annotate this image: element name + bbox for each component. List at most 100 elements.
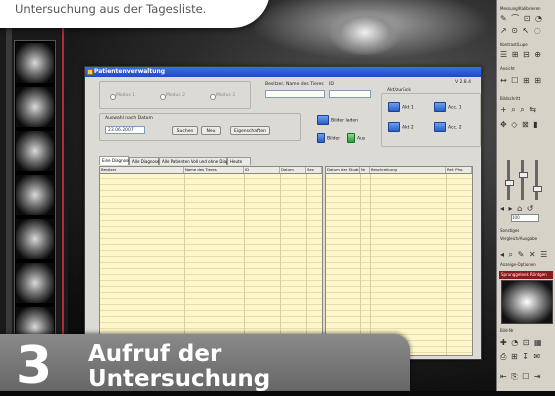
acc-2-button[interactable]: Acc. 2 [434,122,462,132]
output-tools-2[interactable]: ⎙ ⊞ ↧ ✉ [500,352,552,361]
akt-2-button[interactable]: Akt 2 [388,122,414,132]
search-button[interactable]: Suchen [172,126,198,135]
callout-text: Untersuchung aus der Tagesliste. [15,2,207,16]
new-button[interactable]: Neu [201,126,221,135]
column-header[interactable]: Name des Tieres [184,167,244,173]
table-rows [326,173,472,355]
version-label: V 2.8.4 [455,80,471,85]
thumbnail[interactable] [16,43,54,83]
thumbnail-caption: Sprunggelenk Röntgen [499,271,553,279]
thumbnail[interactable] [16,263,54,303]
section-label: Messung/Kalibrieren [500,6,541,11]
measure-tools-2[interactable]: ↗ ⊙ ↖ ◌ [500,26,552,35]
selection-divider [62,28,64,368]
section-label: Bild-Nr [500,328,514,333]
tab-alle-diagnose[interactable]: Alle Diagnose [129,157,159,165]
akt-group: Akt/zurück Akt 1 Akt 2 Acc. 1 Acc. 2 [381,88,481,147]
thumbnail[interactable] [16,131,54,171]
aus-icon [347,133,355,143]
column-header[interactable]: Besitzer [100,167,184,173]
acc-1-label: Acc. 1 [448,105,462,111]
tab-heute[interactable]: Heute [227,157,251,165]
output-tools[interactable]: ✚ ◔ ⊡ ▦ [500,338,552,347]
output-tools-3[interactable]: ⇤ ⎘ ☐ ⇥ [500,372,552,381]
akt-1-button[interactable]: Akt 1 [388,102,414,112]
brightness-slider[interactable] [505,160,514,200]
akt-1-label: Akt 1 [402,105,414,111]
column-header[interactable]: Datum der Studie [326,167,360,173]
radio-label: Modus 3 [216,93,235,98]
section-label: Kontrast/Lupe [500,42,528,47]
thumbnail-strip [14,40,56,372]
step-tools-2[interactable]: ✥ ◇ ⊠ ▮ [500,120,552,129]
mode-group: Modus 1 Modus 2 Modus 3 [99,81,251,109]
preview-thumbnail[interactable] [501,280,553,324]
step-title-line-2: Untersuchung [88,366,271,392]
thumbnail[interactable] [16,219,54,259]
gamma-slider[interactable] [533,160,542,200]
table-header: Datum der Studie Nr Beschreibung Ref. Ph… [326,167,472,174]
column-header[interactable]: ID [244,167,280,173]
load-images-label: Bilder laden [331,118,358,124]
step-title-line-1: Aufruf der [88,341,222,367]
load-images-button[interactable]: Bilder laden [317,115,358,125]
section-label: Sonstiges [500,228,520,233]
measure-tools[interactable]: ✎ ⌒ ⊡ ◔ [500,14,552,23]
search-label: Besitzer, Name des Tieres [265,82,324,87]
akt-group-label: Akt/zurück [386,88,412,93]
study-table[interactable]: Datum der Studie Nr Beschreibung Ref. Ph… [325,166,473,356]
search-id-label: ID [329,82,334,87]
section-label: Anzeige-Optionen [500,262,536,267]
tab-eine-diagnose[interactable]: Eine Diagnose [99,156,131,165]
callout-bubble: Untersuchung aus der Tagesliste. [0,0,270,28]
thumbnail[interactable] [16,87,54,127]
column-header[interactable]: Beschreibung [370,167,446,173]
table-header: Besitzer Name des Tieres ID Datum Sex [100,167,322,174]
column-header[interactable]: Ref. Pho. [446,167,472,173]
radio-label: Modus 1 [116,93,135,98]
column-header[interactable]: Nr [360,167,370,173]
images-small-icon [317,133,325,143]
contrast-tools[interactable]: ☰ ⊞ ⊟ ⊕ [500,50,552,59]
akt-1-icon [388,102,400,112]
step-title: Aufruf der Untersuchung [88,342,270,392]
patient-table[interactable]: Besitzer Name des Tieres ID Datum Sex [99,166,323,356]
contrast-slider[interactable] [519,160,528,200]
app-icon [87,69,93,75]
column-divider [244,173,245,355]
left-scrollbar[interactable] [6,28,12,358]
column-divider [370,173,371,355]
column-divider [184,173,185,355]
owner-name-field[interactable] [265,90,325,98]
date-picker[interactable]: 23.06.2007 [105,126,145,134]
date-filter-label: Auswahl nach Datum [105,116,153,121]
properties-button[interactable]: Eigenschaften [230,126,270,135]
images-button[interactable]: Bilder [317,133,340,143]
acc-2-label: Acc. 2 [448,125,462,131]
section-label: Bildschritt [500,96,521,101]
tab-alle-patienten[interactable]: Alle Patienten Voll und ohne Diagnose [159,157,238,165]
section-label: Ansicht [500,66,515,71]
step-banner: 3 Aufruf der Untersuchung [0,334,410,392]
xray-image-highlight [330,10,400,55]
compare-tools[interactable]: ◂ ⌕ ✎ ✕ ☰ [500,250,552,259]
images-icon [317,115,329,125]
section-label: Vergleich/Ausgabe [500,236,538,241]
column-header[interactable]: Datum [280,167,306,173]
aus-button[interactable]: Aus [347,133,365,143]
column-header[interactable]: Sex [306,167,322,173]
column-divider [446,173,447,355]
zoom-controls[interactable]: ◂ ▸ ⌂ ↺ [500,204,552,213]
acc-2-icon [434,122,446,132]
step-tools[interactable]: + ⌕ ⌕ ⇆ [500,105,552,114]
view-tools[interactable]: ↔ ☐ ⊞ ⊞ [500,76,552,85]
akt-2-icon [388,122,400,132]
akt-2-label: Akt 2 [402,125,414,131]
acc-1-button[interactable]: Acc. 1 [434,102,462,112]
right-tool-panel: Messung/Kalibrieren ✎ ⌒ ⊡ ◔ ↗ ⊙ ↖ ◌ Kont… [496,0,555,391]
id-field[interactable] [329,90,371,98]
zoom-field[interactable]: 100 [511,214,539,222]
aus-label: Aus [357,136,366,142]
thumbnail[interactable] [16,175,54,215]
dialog-titlebar[interactable]: Patientenverwaltung [85,67,481,77]
